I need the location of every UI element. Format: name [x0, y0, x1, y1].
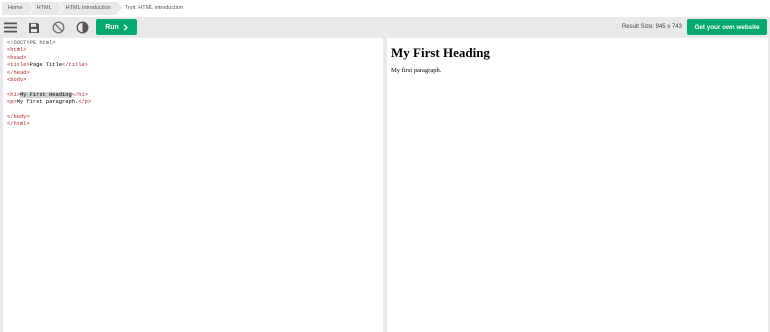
- get-your-own-website-button[interactable]: Get your own website: [687, 19, 767, 35]
- code-token: </title>: [62, 62, 88, 69]
- chevron-right-icon: [123, 23, 128, 31]
- result-size: Result Size: 945 x 743: [621, 24, 682, 30]
- contrast-icon[interactable]: [76, 21, 89, 34]
- code-token: Page Title: [29, 62, 63, 69]
- code-token: <head>: [7, 54, 27, 61]
- result-paragraph: My first paragraph.: [391, 67, 442, 74]
- breadcrumb-html-introduction[interactable]: HTML Introduction: [56, 2, 123, 15]
- code-token: </head>: [7, 69, 30, 76]
- code-editor[interactable]: <!DOCTYPE html> <html> <head> <title>Page T…: [3, 38, 383, 332]
- breadcrumb: Home HTML HTML Introduction Tryit: HTML …: [0, 0, 770, 17]
- code-token: <title>: [7, 62, 30, 69]
- code-token: My First Heading: [19, 91, 72, 98]
- save-icon[interactable]: [28, 21, 41, 34]
- run-button-label: Run: [105, 23, 119, 31]
- result-frame: My First Heading My first paragraph.: [387, 38, 768, 332]
- no-symbol-icon[interactable]: [52, 21, 65, 34]
- code-line[interactable]: </html>: [7, 121, 379, 128]
- code-line[interactable]: <body>: [7, 77, 379, 84]
- code-token: <html>: [7, 47, 27, 54]
- breadcrumb-current: Tryit: HTML introduction: [124, 5, 183, 11]
- breadcrumb-home[interactable]: Home: [2, 2, 35, 15]
- code-token: My first paragraph.: [16, 99, 79, 106]
- code-token: </h1>: [71, 91, 88, 98]
- code-token: <!DOCTYPE html>: [7, 40, 56, 46]
- code-line[interactable]: <p>My first paragraph.</p>: [7, 99, 379, 106]
- code-token: </html>: [7, 121, 30, 128]
- code-line[interactable]: [7, 84, 379, 91]
- code-line[interactable]: </body>: [7, 114, 379, 121]
- code-token: <p>: [7, 99, 17, 106]
- menu-icon[interactable]: [4, 21, 17, 34]
- code-line[interactable]: <html>: [7, 47, 379, 54]
- code-line[interactable]: </head>: [7, 70, 379, 77]
- code-token: <h1>: [7, 91, 20, 98]
- code-line[interactable]: <head>: [7, 55, 379, 62]
- code-line[interactable]: <h1>My First Heading</h1>: [7, 91, 379, 99]
- result-heading: My First Heading: [391, 45, 490, 60]
- code-token: </body>: [7, 113, 30, 120]
- run-button[interactable]: Run: [96, 19, 137, 35]
- code-token: </p>: [78, 99, 92, 106]
- code-line[interactable]: <title>Page Title</title>: [7, 62, 379, 69]
- code-token: <body>: [7, 76, 27, 83]
- code-line[interactable]: [7, 107, 379, 114]
- toolbar: Run Result Size: 945 x 743 Get your own …: [0, 17, 770, 38]
- code-line[interactable]: <!DOCTYPE html>: [7, 40, 379, 47]
